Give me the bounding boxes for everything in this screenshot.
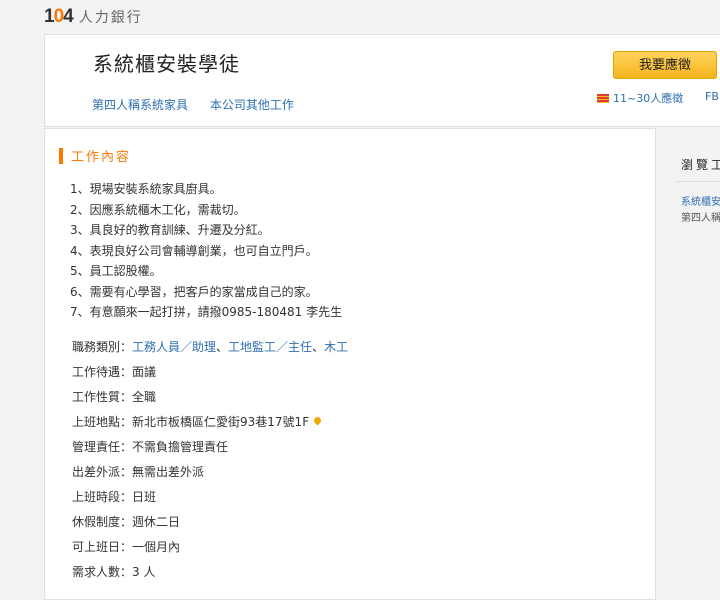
logo-digit-0: 0 — [53, 6, 65, 27]
section-title: 工作內容 — [71, 150, 132, 165]
category-separator: 、 — [216, 339, 229, 354]
detail-value: 新北市板橋區仁愛街93巷17號1F — [132, 414, 310, 429]
job-description: 1、現場安裝系統家具廚具。 2、因應系統櫃木工化，需裁切。 3、具良好的教育訓練… — [70, 179, 342, 323]
fb-share-link[interactable]: FB — [705, 90, 719, 103]
detail-travel: 出差外派： 無需出差外派 — [72, 459, 348, 484]
description-item: 1、現場安裝系統家具廚具。 — [70, 182, 222, 196]
detail-holiday: 休假制度： 週休二日 — [72, 509, 348, 534]
detail-label: 工作待遇： — [72, 364, 133, 379]
applicants-text: 11~30人應徵 — [613, 92, 684, 105]
company-name-link[interactable]: 第四人稱系統家具 — [92, 98, 188, 112]
apply-button[interactable]: 我要應徵 — [613, 51, 717, 79]
category-link[interactable]: 木工 — [324, 337, 348, 357]
category-separator: 、 — [312, 339, 325, 354]
detail-value: 日班 — [132, 489, 157, 504]
map-pin-icon[interactable] — [312, 415, 323, 426]
description-item: 5、員工認股權。 — [70, 264, 162, 278]
detail-shift: 上班時段： 日班 — [72, 484, 348, 509]
detail-headcount: 需求人數： 3 人 — [72, 559, 348, 584]
section-heading: 工作內容 — [59, 146, 131, 165]
detail-nature: 工作性質： 全職 — [72, 384, 348, 409]
detail-value: 3 人 — [132, 564, 156, 579]
brand-logo[interactable]: 104 人力銀行 — [44, 6, 143, 28]
section-marker — [59, 147, 63, 164]
detail-label: 工作性質： — [72, 389, 133, 404]
logo-number: 104 — [44, 6, 74, 28]
top-bar: 104 人力銀行 — [0, 0, 720, 34]
category-link[interactable]: 工地監工／主任 — [228, 337, 312, 357]
detail-value: 面議 — [132, 364, 157, 379]
description-item: 6、需要有心學習，把客戶的家當成自己的家。 — [70, 284, 318, 299]
detail-category: 職務類別： 工務人員／助理 、 工地監工／主任 、 木工 — [72, 334, 348, 359]
description-item: 7、有意願來一起打拼，請撥0985-180481 李先生 — [70, 305, 343, 319]
job-header: 系統櫃安裝學徒 第四人稱系統家具 本公司其他工作 我要應徵 11~30人應徵 F… — [44, 34, 720, 127]
logo-text: 人力銀行 — [78, 10, 143, 26]
detail-label: 休假制度： — [72, 514, 133, 529]
detail-value: 全職 — [132, 389, 157, 404]
detail-label: 需求人數： — [72, 564, 133, 579]
applicants-count[interactable]: 11~30人應徵 — [597, 90, 683, 106]
sidebar-divider — [676, 181, 720, 182]
company-links: 第四人稱系統家具 本公司其他工作 — [92, 96, 312, 113]
description-item: 4、表現良好公司會輔導創業，也可自立門戶。 — [70, 243, 318, 258]
logo-digit-4: 4 — [63, 6, 74, 27]
detail-label: 職務類別： — [72, 339, 133, 354]
description-item: 3、具良好的教育訓練、升遷及分紅。 — [70, 223, 270, 237]
job-details: 職務類別： 工務人員／助理 、 工地監工／主任 、 木工 工作待遇： 面議 工作… — [72, 334, 348, 584]
logo-digit-1: 1 — [44, 6, 55, 27]
detail-label: 上班地點： — [72, 414, 133, 429]
other-jobs-link[interactable]: 本公司其他工作 — [210, 98, 294, 112]
sidebar-company: 第四人稱 — [681, 213, 720, 224]
detail-salary: 工作待遇： 面議 — [72, 359, 348, 384]
sidebar-title: 瀏覽工 — [681, 158, 720, 172]
detail-label: 上班時段： — [72, 489, 133, 504]
detail-value: 不需負擔管理責任 — [132, 439, 229, 454]
category-link[interactable]: 工務人員／助理 — [132, 337, 216, 357]
detail-management: 管理責任： 不需負擔管理責任 — [72, 434, 348, 459]
detail-value: 無需出差外派 — [132, 464, 205, 479]
detail-label: 管理責任： — [72, 439, 133, 454]
detail-value: 一個月內 — [132, 539, 181, 554]
sidebar-job-link[interactable]: 系統櫃安 — [681, 193, 720, 208]
description-item: 2、因應系統櫃木工化，需裁切。 — [70, 202, 246, 217]
detail-value: 週休二日 — [132, 514, 181, 529]
detail-label: 出差外派： — [72, 464, 133, 479]
detail-start: 可上班日： 一個月內 — [72, 534, 348, 559]
job-content-card: 工作內容 1、現場安裝系統家具廚具。 2、因應系統櫃木工化，需裁切。 3、具良好… — [44, 128, 656, 600]
detail-location: 上班地點： 新北市板橋區仁愛街93巷17號1F — [72, 409, 348, 434]
page-title: 系統櫃安裝學徒 — [93, 52, 240, 76]
flag-icon — [597, 93, 609, 103]
detail-label: 可上班日： — [72, 539, 133, 554]
